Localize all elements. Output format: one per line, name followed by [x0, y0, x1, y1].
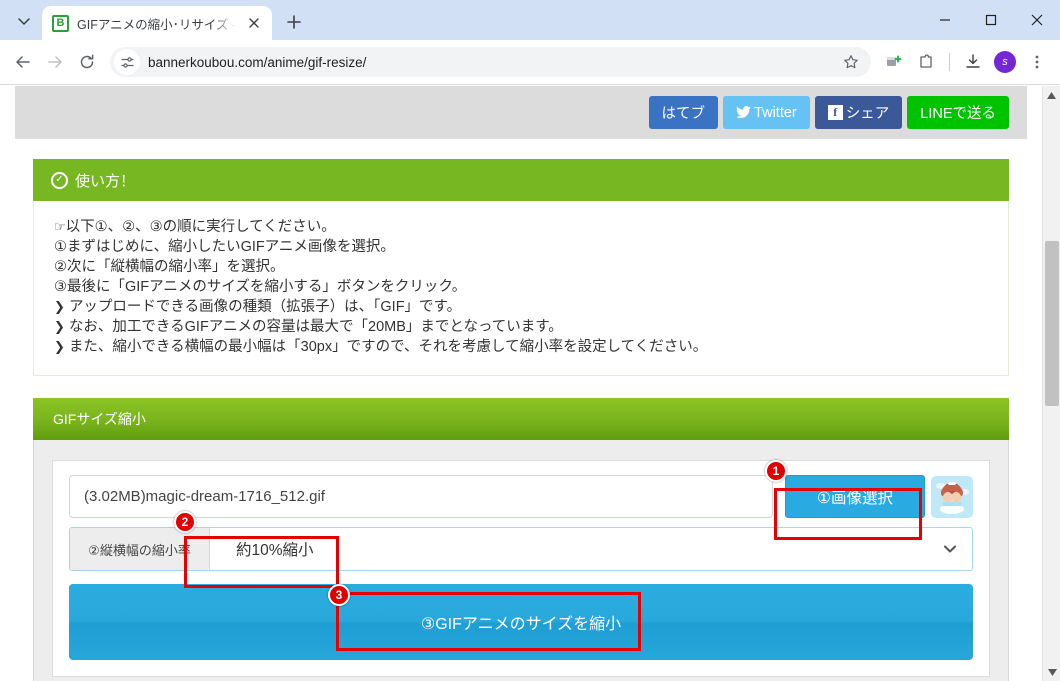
annotation-badge-3: 3: [328, 584, 350, 606]
upload-form: (3.02MB)magic-dream-1716_512.gif ①画像選択 ②…: [52, 460, 990, 677]
window-close-icon[interactable]: [1014, 0, 1060, 40]
scroll-down-arrow-icon[interactable]: [1043, 663, 1060, 681]
tool-header: GIFサイズ縮小: [33, 398, 1009, 440]
howto-line: ❯ アップロードできる画像の種類（拡張子）は、「GIF」です。: [54, 297, 988, 317]
howto-line: ❯ なお、加工できるGIFアニメの容量は最大で「20MB」までとなっています。: [54, 317, 988, 337]
tab-strip: B GIFアニメの縮小･リサイズ - 無料で: [0, 0, 1060, 40]
close-icon[interactable]: [244, 13, 264, 33]
hand-pointer-icon: ☞: [54, 219, 66, 234]
arrow-circle-icon: ❯: [54, 319, 65, 334]
file-name-text: (3.02MB)magic-dream-1716_512.gif: [84, 488, 325, 505]
howto-line: ☞以下①、②、③の順に実行してください。: [54, 217, 988, 237]
share-button-facebook[interactable]: f シェア: [814, 96, 903, 129]
selected-image-thumbnail: [931, 475, 973, 518]
bannerkoubou-favicon: B: [52, 14, 69, 32]
file-name-input[interactable]: (3.02MB)magic-dream-1716_512.gif: [69, 475, 773, 518]
new-tab-button[interactable]: [280, 8, 308, 36]
back-icon[interactable]: [8, 47, 38, 77]
profile-initial: s: [994, 51, 1016, 73]
ratio-value-text: 約10%縮小: [236, 542, 314, 559]
tool-body: (3.02MB)magic-dream-1716_512.gif ①画像選択 ②…: [33, 440, 1009, 681]
twitter-icon: [736, 106, 751, 119]
avatar[interactable]: s: [990, 47, 1020, 77]
submit-button[interactable]: ③GIFアニメのサイズを縮小: [69, 584, 973, 660]
howto-line: ②次に「縦横幅の縮小率」を選択。: [54, 257, 988, 277]
share-label-twitter: Twitter: [754, 104, 797, 121]
howto-body: ☞以下①、②、③の順に実行してください。 ①まずはじめに、縮小したいGIFアニメ…: [33, 201, 1009, 376]
social-share-bar: はてブ Twitter f シェア LINEで送る: [15, 86, 1027, 139]
howto-heading: 使い方！: [75, 172, 136, 190]
howto-text: ③最後に「GIFアニメのサイズを縮小する」ボタンをクリック。: [54, 279, 467, 295]
share-button-twitter[interactable]: Twitter: [723, 96, 810, 129]
page-content: ✓ 使い方！ ☞以下①、②、③の順に実行してください。 ①まずはじめに、縮小した…: [0, 159, 1042, 681]
howto-line: ❯ また、縮小できる横幅の最小幅は「30px」ですので、それを考慮して縮小率を設…: [54, 337, 988, 357]
browser-toolbar: bannerkoubou.com/anime/gif-resize/ s: [0, 40, 1060, 85]
toolbar-divider: [949, 53, 950, 71]
howto-line: ③最後に「GIFアニメのサイズを縮小する」ボタンをクリック。: [54, 277, 988, 297]
share-button-line[interactable]: LINEで送る: [907, 96, 1009, 129]
howto-text: ①まずはじめに、縮小したいGIFアニメ画像を選択。: [54, 239, 395, 255]
check-circle-icon: ✓: [51, 171, 68, 189]
ratio-label-text: ②縦横幅の縮小率: [88, 542, 191, 558]
select-image-label: ①画像選択: [817, 489, 893, 507]
browser-tab[interactable]: B GIFアニメの縮小･リサイズ - 無料で: [42, 6, 272, 40]
submit-button-label: ③GIFアニメのサイズを縮小: [420, 616, 622, 633]
scroll-up-arrow-icon[interactable]: [1043, 86, 1060, 104]
scrollbar-thumb[interactable]: [1045, 241, 1059, 406]
web-page: はてブ Twitter f シェア LINEで送る ✓ 使い方！ ☞以下①、②、…: [0, 86, 1042, 681]
ratio-select[interactable]: 約10%縮小: [210, 528, 972, 570]
window-controls: [922, 0, 1060, 40]
annotation-badge-1: 1: [765, 460, 787, 482]
tab-search-icon[interactable]: [10, 7, 38, 35]
howto-text: アップロードできる画像の種類（拡張子）は、「GIF」です。: [68, 299, 462, 315]
extensions-icon[interactable]: [911, 47, 941, 77]
tune-icon[interactable]: [114, 49, 140, 75]
facebook-icon: f: [827, 105, 843, 120]
chrome-menu-icon[interactable]: [1022, 47, 1052, 77]
arrow-circle-icon: ❯: [54, 299, 65, 314]
tool-heading: GIFサイズ縮小: [53, 411, 146, 427]
forward-icon[interactable]: [40, 47, 70, 77]
add-extension-icon[interactable]: [879, 47, 909, 77]
howto-text: 以下①、②、③の順に実行してください。: [65, 219, 336, 235]
howto-panel: ✓ 使い方！ ☞以下①、②、③の順に実行してください。 ①まずはじめに、縮小した…: [33, 159, 1009, 376]
address-bar[interactable]: bannerkoubou.com/anime/gif-resize/: [110, 47, 871, 77]
page-viewport: はてブ Twitter f シェア LINEで送る ✓ 使い方！ ☞以下①、②、…: [0, 86, 1060, 681]
page-scrollbar[interactable]: [1042, 86, 1060, 681]
browser-window: B GIFアニメの縮小･リサイズ - 無料で: [0, 0, 1060, 681]
select-image-button[interactable]: ①画像選択: [785, 475, 925, 518]
share-label-hatena: はてブ: [661, 106, 706, 122]
maximize-icon[interactable]: [968, 0, 1014, 40]
howto-line: ①まずはじめに、縮小したいGIFアニメ画像を選択。: [54, 237, 988, 257]
share-label-facebook: シェア: [845, 106, 890, 122]
howto-text: ②次に「縦横幅の縮小率」を選択。: [54, 259, 285, 275]
tool-panel: GIFサイズ縮小 (3.02MB)magic-dream-1716_512.gi…: [33, 398, 1009, 681]
annotation-badge-2: 2: [174, 511, 196, 533]
star-icon[interactable]: [839, 50, 863, 74]
ratio-select-row: ②縦横幅の縮小率 約10%縮小: [69, 527, 973, 571]
downloads-icon[interactable]: [958, 47, 988, 77]
tab-title: GIFアニメの縮小･リサイズ - 無料で: [77, 17, 236, 32]
share-button-hatena[interactable]: はてブ: [648, 96, 719, 129]
minimize-icon[interactable]: [922, 0, 968, 40]
chevron-down-icon: [944, 540, 956, 558]
reload-icon[interactable]: [72, 47, 102, 77]
howto-text: また、縮小できる横幅の最小幅は「30px」ですので、それを考慮して縮小率を設定し…: [68, 339, 708, 355]
ratio-label: ②縦横幅の縮小率: [70, 528, 210, 570]
url-text: bannerkoubou.com/anime/gif-resize/: [148, 54, 367, 70]
howto-text: なお、加工できるGIFアニメの容量は最大で「20MB」までとなっています。: [68, 319, 563, 335]
file-row: (3.02MB)magic-dream-1716_512.gif ①画像選択: [69, 475, 973, 518]
arrow-circle-icon: ❯: [54, 339, 65, 354]
howto-header: ✓ 使い方！: [33, 159, 1009, 201]
share-label-line: LINEで送る: [920, 106, 996, 122]
